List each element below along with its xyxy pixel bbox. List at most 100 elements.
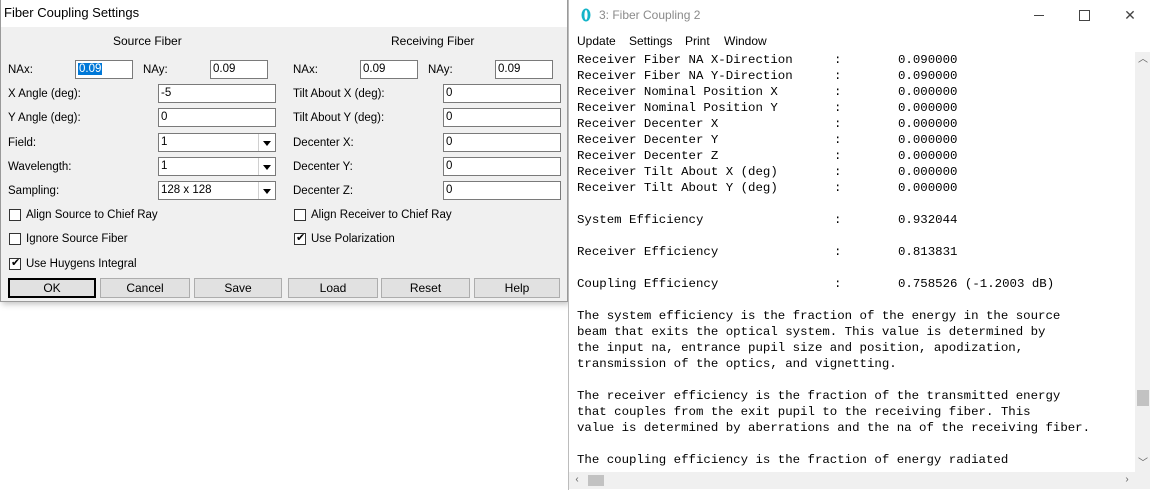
help-button[interactable]: Help	[474, 278, 560, 298]
field-select[interactable]: 1	[158, 133, 276, 152]
source-nay-label: NAy:	[143, 64, 168, 76]
scrollbar-corner	[1135, 472, 1150, 489]
sampling-select[interactable]: 128 x 128	[158, 181, 276, 200]
text-line: the input na, entrance pupil size and po…	[577, 341, 1024, 355]
checkmark-icon: ✔	[11, 257, 21, 269]
save-button[interactable]: Save	[194, 278, 282, 298]
param-row: Receiver Tilt About Y (deg): 0.000000	[577, 180, 1135, 196]
cancel-button[interactable]: Cancel	[100, 278, 190, 298]
source-nax-input[interactable]: 0.09	[75, 60, 133, 79]
param-value: 0.000000	[898, 181, 958, 195]
decenter-y-input[interactable]: 0	[443, 157, 561, 176]
param-sep: :	[834, 101, 842, 115]
text-line: The receiver efficiency is the fraction …	[577, 389, 1061, 403]
app-icon	[581, 8, 591, 22]
close-icon[interactable]: ✕	[1115, 5, 1145, 25]
tilt-y-input[interactable]: 0	[443, 108, 561, 127]
align-receiver-checkbox[interactable]	[294, 209, 306, 221]
y-angle-input[interactable]: 0	[158, 108, 276, 127]
receiver-nax-label: NAx:	[293, 64, 318, 76]
tilt-x-input[interactable]: 0	[443, 84, 561, 103]
chevron-down-icon[interactable]	[258, 158, 275, 175]
source-fiber-header: Source Fiber	[113, 34, 182, 48]
chevron-down-icon[interactable]	[258, 182, 275, 199]
checkmark-icon: ✔	[296, 232, 306, 244]
horizontal-scrollbar[interactable]: ‹ ›	[569, 472, 1135, 489]
param-sep: :	[834, 69, 842, 83]
result-value: 0.813831	[898, 245, 958, 259]
chevron-up-icon[interactable]: ︿	[1135, 52, 1150, 68]
result-sep: :	[834, 213, 842, 227]
chevron-down-icon[interactable]: ﹀	[1135, 456, 1150, 472]
minimize-icon[interactable]	[1024, 5, 1054, 25]
menu-print[interactable]: Print	[685, 34, 710, 48]
report-text: Receiver Fiber NA X-Direction: 0.090000 R…	[577, 52, 1135, 472]
result-value: 0.932044	[898, 213, 958, 227]
ok-button[interactable]: OK	[8, 278, 96, 298]
param-sep: :	[834, 117, 842, 131]
menu-window[interactable]: Window	[724, 34, 767, 48]
param-sep: :	[834, 165, 842, 179]
x-angle-label: X Angle (deg):	[8, 88, 81, 100]
param-key: Receiver Nominal Position Y	[577, 101, 778, 115]
reset-button[interactable]: Reset	[381, 278, 470, 298]
receiving-fiber-header: Receiving Fiber	[391, 34, 475, 48]
param-sep: :	[834, 181, 842, 195]
param-row: Receiver Decenter Z: 0.000000	[577, 148, 1135, 164]
param-row: Receiver Nominal Position Y: 0.000000	[577, 100, 1135, 116]
use-polarization-label: Use Polarization	[311, 233, 395, 245]
result-key: Coupling Efficiency	[577, 277, 719, 291]
result-key: System Efficiency	[577, 213, 704, 227]
ignore-source-checkbox[interactable]	[9, 233, 21, 245]
param-key: Receiver Fiber NA Y-Direction	[577, 69, 793, 83]
receiver-nay-label: NAy:	[428, 64, 453, 76]
param-value: 0.000000	[898, 149, 958, 163]
result-key: Receiver Efficiency	[577, 245, 719, 259]
wavelength-label: Wavelength:	[8, 161, 72, 173]
result-sep: :	[834, 277, 842, 291]
load-button[interactable]: Load	[288, 278, 378, 298]
use-huygens-checkbox[interactable]: ✔	[9, 257, 21, 270]
menu-settings[interactable]: Settings	[629, 34, 672, 48]
align-source-label: Align Source to Chief Ray	[26, 209, 158, 221]
field-label: Field:	[8, 137, 37, 149]
param-key: Receiver Decenter X	[577, 117, 719, 131]
result-value: 0.758526 (-1.2003 dB)	[898, 277, 1055, 291]
scroll-thumb[interactable]	[1137, 390, 1149, 406]
chevron-down-icon[interactable]	[258, 134, 275, 151]
window-titlebar[interactable]: 3: Fiber Coupling 2 ✕	[569, 0, 1150, 31]
param-key: Receiver Tilt About Y (deg)	[577, 181, 778, 195]
decenter-z-label: Decenter Z:	[293, 185, 354, 197]
param-row: Receiver Fiber NA X-Direction: 0.090000	[577, 52, 1135, 68]
param-row: Receiver Fiber NA Y-Direction: 0.090000	[577, 68, 1135, 84]
scroll-thumb[interactable]	[588, 475, 604, 486]
dialog-titlebar[interactable]: Fiber Coupling Settings	[1, 0, 567, 27]
wavelength-select[interactable]: 1	[158, 157, 276, 176]
param-key: Receiver Fiber NA X-Direction	[577, 53, 793, 67]
param-sep: :	[834, 149, 842, 163]
maximize-icon[interactable]	[1069, 5, 1099, 25]
receiver-nay-input[interactable]: 0.09	[495, 60, 553, 79]
decenter-z-input[interactable]: 0	[443, 181, 561, 200]
use-polarization-checkbox[interactable]: ✔	[294, 232, 306, 245]
source-nay-input[interactable]: 0.09	[210, 60, 268, 79]
chevron-left-icon[interactable]: ‹	[569, 472, 585, 488]
param-key: Receiver Decenter Y	[577, 133, 719, 147]
align-source-checkbox[interactable]	[9, 209, 21, 221]
text-line: beam that exits the optical system. This…	[577, 325, 1046, 339]
x-angle-input[interactable]: -5	[158, 84, 276, 103]
receiver-nax-input[interactable]: 0.09	[360, 60, 418, 79]
param-value: 0.000000	[898, 165, 958, 179]
decenter-x-input[interactable]: 0	[443, 133, 561, 152]
chevron-right-icon[interactable]: ›	[1119, 472, 1135, 488]
menu-update[interactable]: Update	[577, 34, 616, 48]
param-value: 0.000000	[898, 85, 958, 99]
param-key: Receiver Decenter Z	[577, 149, 719, 163]
param-value: 0.000000	[898, 133, 958, 147]
fiber-coupling-settings-dialog: Fiber Coupling Settings Source Fiber Rec…	[0, 0, 568, 302]
param-value: 0.090000	[898, 53, 958, 67]
vertical-scrollbar[interactable]: ︿ ﹀	[1135, 52, 1150, 472]
